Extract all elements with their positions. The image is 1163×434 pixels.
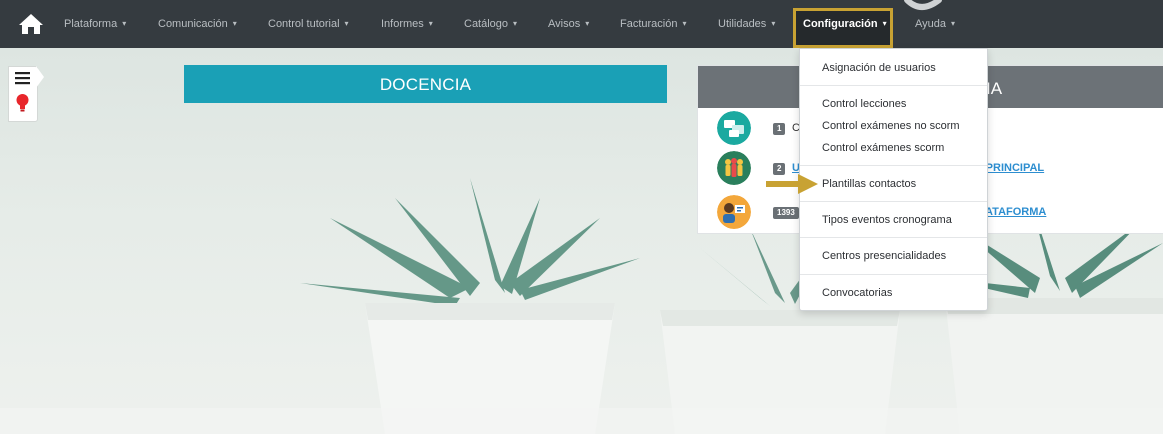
chevron-down-icon: ▾ — [232, 19, 237, 28]
count-badge: 1393 — [773, 207, 799, 219]
menu-divider — [800, 274, 987, 275]
side-mini-toolbar — [8, 66, 38, 122]
count-badge: 1 — [773, 123, 786, 135]
chevron-down-icon: ▾ — [951, 19, 956, 28]
menu-item-convocatorias[interactable]: Convocatorias — [822, 287, 892, 299]
chevron-down-icon: ▾ — [585, 19, 590, 28]
chevron-down-icon: ▾ — [122, 19, 127, 28]
chevron-down-icon: ▾ — [882, 19, 887, 28]
chevron-down-icon: ▾ — [344, 19, 349, 28]
hamburger-menu-icon[interactable] — [14, 71, 31, 85]
configuracion-dropdown-menu: Asignación de usuarios Control lecciones… — [799, 48, 988, 311]
menu-item-control-lecciones[interactable]: Control lecciones — [822, 98, 906, 110]
menu-divider — [800, 237, 987, 238]
menu-divider — [800, 201, 987, 202]
panel-title-fragment: IA — [986, 79, 1003, 98]
menu-item-control-examenes-scorm[interactable]: Control exámenes scorm — [822, 142, 944, 154]
menu-item-tipos-eventos-cronograma[interactable]: Tipos eventos cronograma — [822, 214, 952, 226]
cursor-trail-decoration — [904, 0, 942, 10]
people-icon — [717, 151, 751, 185]
menu-divider — [800, 85, 987, 86]
lightbulb-icon[interactable] — [15, 93, 30, 113]
chevron-down-icon: ▾ — [771, 19, 776, 28]
chevron-down-icon: ▾ — [428, 19, 433, 28]
chevron-down-icon: ▾ — [682, 19, 687, 28]
mini-toolbar-tab-arrow — [36, 66, 44, 88]
menu-item-control-examenes-no-scorm[interactable]: Control exámenes no scorm — [822, 120, 960, 132]
docencia-card[interactable]: DOCENCIA — [184, 65, 667, 103]
annotation-arrow-icon — [766, 174, 818, 194]
home-icon[interactable] — [18, 12, 44, 36]
nav-informes[interactable]: Informes ▾ — [381, 0, 433, 48]
nav-avisos[interactable]: Avisos ▾ — [548, 0, 589, 48]
menu-divider — [800, 165, 987, 166]
menu-item-centros-presencialidades[interactable]: Centros presencialidades — [822, 250, 946, 262]
nav-configuracion[interactable]: Configuración ▾ — [803, 0, 887, 48]
nav-control-tutorial[interactable]: Control tutorial ▾ — [268, 0, 349, 48]
chevron-down-icon: ▾ — [513, 19, 518, 28]
nav-utilidades[interactable]: Utilidades ▾ — [718, 0, 775, 48]
docencia-title: DOCENCIA — [379, 75, 472, 94]
chat-bubbles-icon — [717, 111, 751, 145]
menu-item-plantillas-contactos[interactable]: Plantillas contactos — [822, 178, 916, 190]
nav-comunicacion[interactable]: Comunicación ▾ — [158, 0, 237, 48]
top-navbar: Plataforma ▾ Comunicación ▾ Control tutori… — [0, 0, 1163, 48]
nav-plataforma[interactable]: Plataforma ▾ — [64, 0, 126, 48]
nav-catalogo[interactable]: Catálogo ▾ — [464, 0, 517, 48]
nav-facturacion[interactable]: Facturación ▾ — [620, 0, 687, 48]
menu-item-asignacion-usuarios[interactable]: Asignación de usuarios — [822, 62, 936, 74]
user-presentation-icon — [717, 195, 751, 229]
